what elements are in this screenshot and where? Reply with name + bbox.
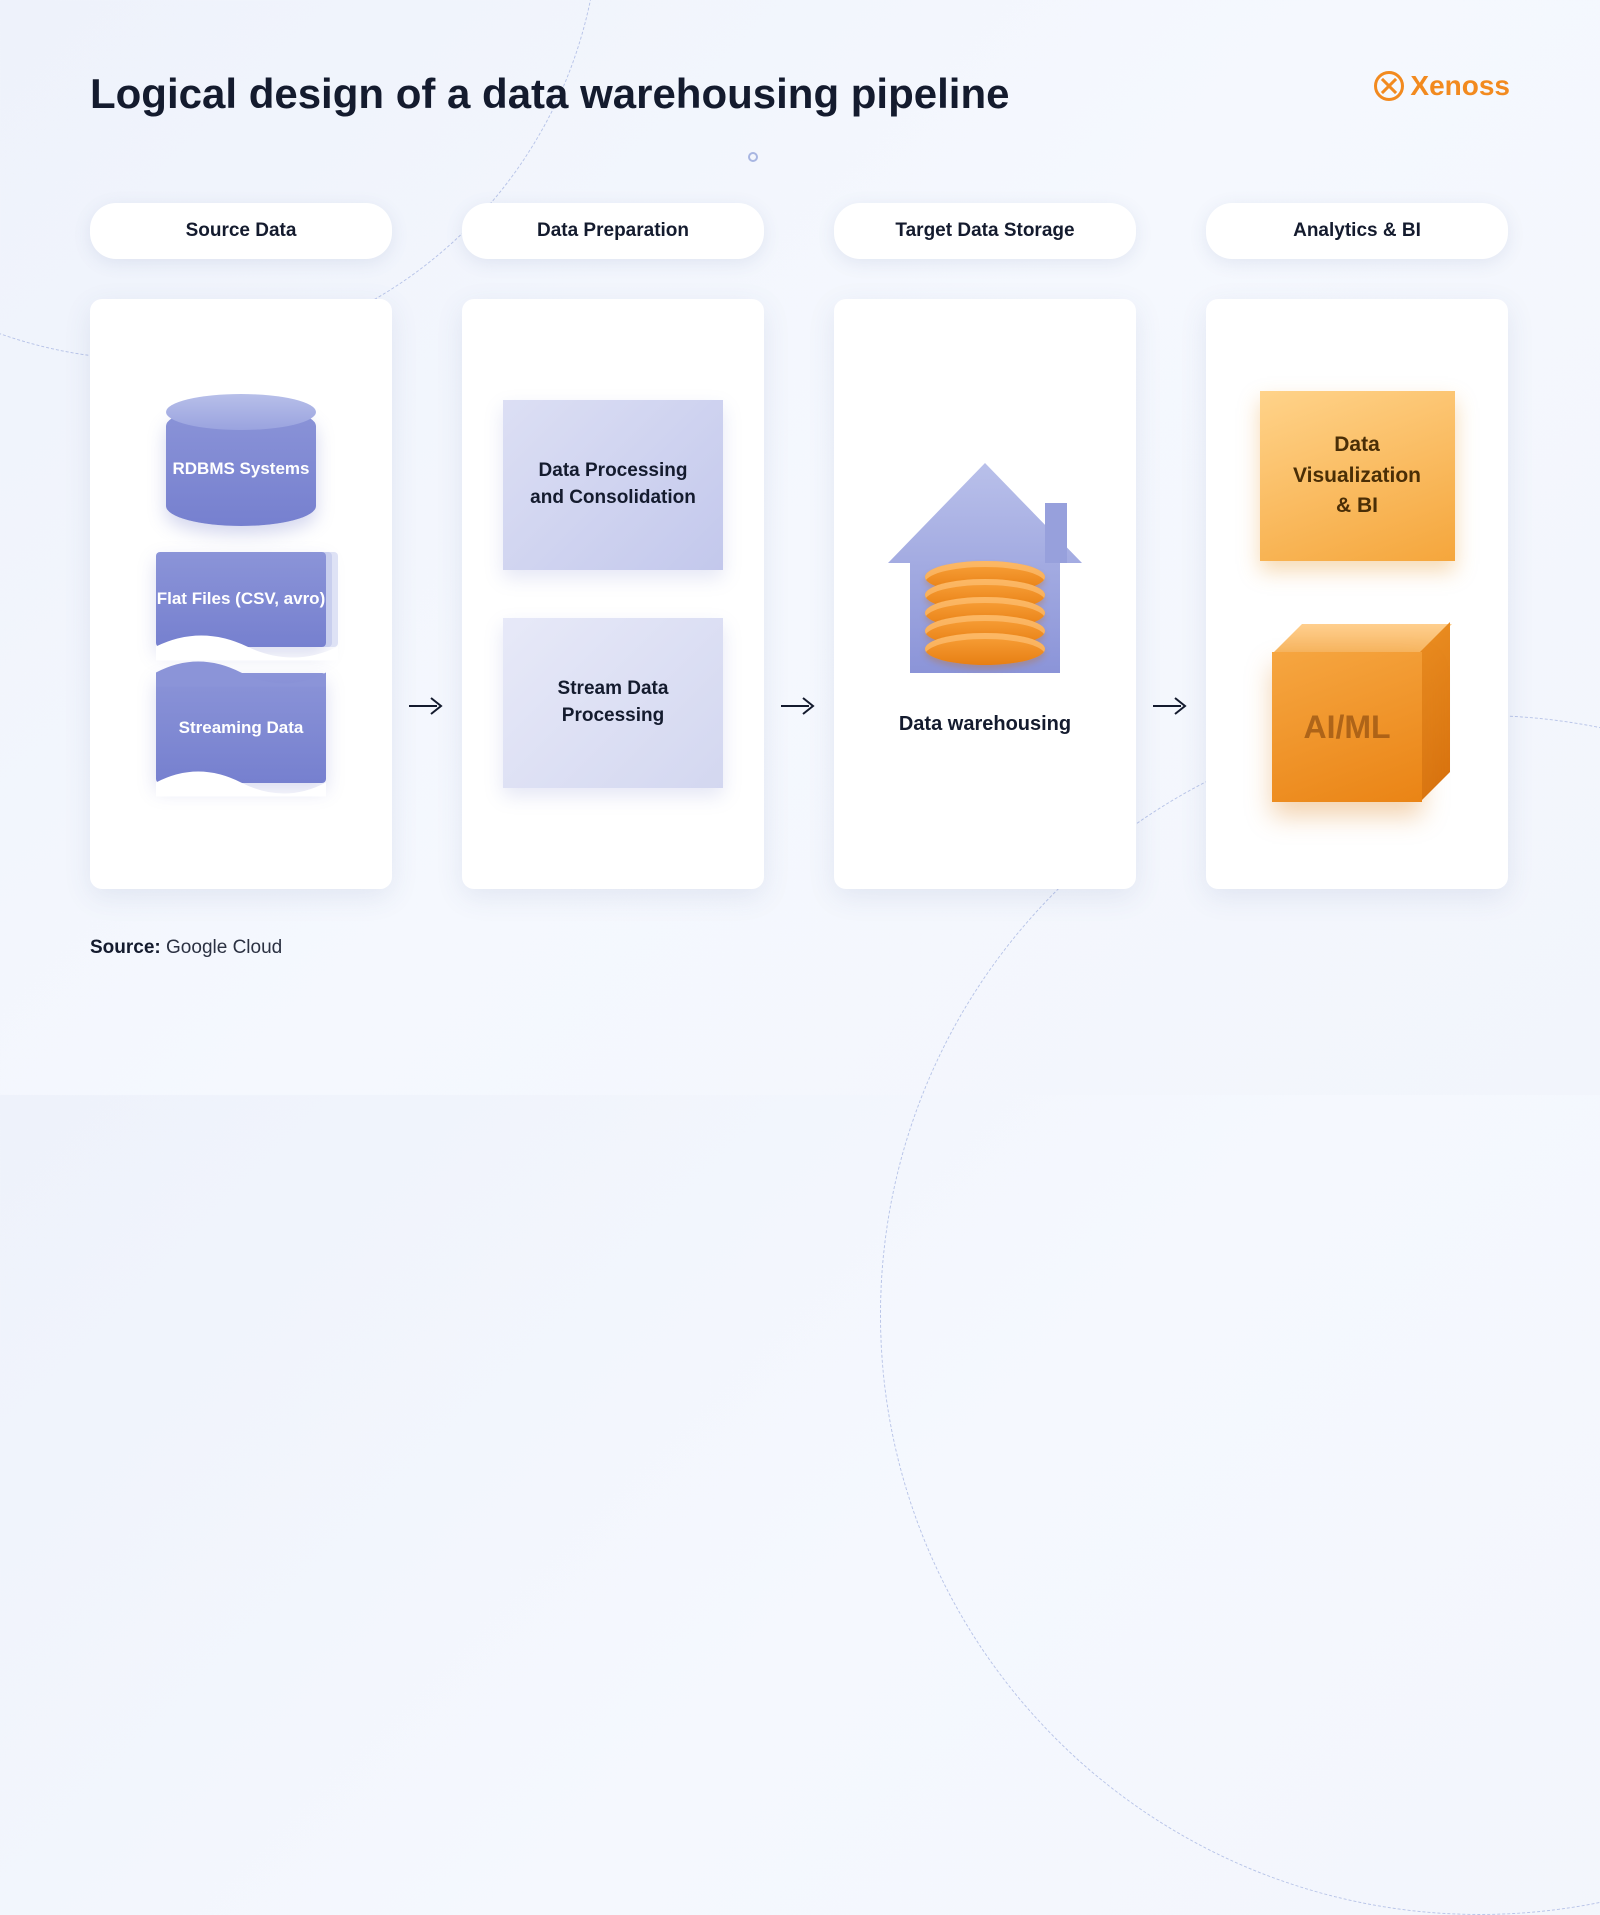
flat-files-label: Flat Files (CSV, avro) [157, 589, 325, 609]
ai-ml-label: AI/ML [1303, 709, 1390, 746]
batch-processing-label: Data Processing and Consolidation [525, 458, 701, 511]
stage-target-storage: Target Data Storage [834, 203, 1136, 889]
ai-ml-cube: AI/ML [1272, 627, 1442, 797]
header: Logical design of a data warehousing pip… [90, 70, 1510, 118]
disk-stack-icon [925, 561, 1045, 665]
arrow-1 [392, 523, 462, 889]
data-viz-bi-box: Data Visualization & BI [1260, 391, 1455, 561]
pipeline: Source Data RDBMS Systems Flat Files (CS… [90, 203, 1510, 889]
brand-logo-text: Xenoss [1410, 70, 1510, 102]
rdbms-cylinder: RDBMS Systems [166, 406, 316, 526]
flat-files-icon: Flat Files (CSV, avro) [156, 552, 326, 647]
stage-body-prep: Data Processing and Consolidation Stream… [462, 299, 764, 889]
stage-header-target: Target Data Storage [834, 203, 1136, 259]
stage-body-source: RDBMS Systems Flat Files (CSV, avro) Str… [90, 299, 392, 889]
arrow-right-icon [407, 694, 447, 718]
batch-processing-box: Data Processing and Consolidation [503, 400, 723, 570]
page-title: Logical design of a data warehousing pip… [90, 70, 1009, 118]
stage-header-prep: Data Preparation [462, 203, 764, 259]
stage-body-analytics: Data Visualization & BI AI/ML [1206, 299, 1508, 889]
streaming-data-icon: Streaming Data [156, 673, 326, 783]
brand-logo-icon [1374, 71, 1404, 101]
warehouse-house-icon [870, 453, 1100, 683]
arrow-3 [1136, 523, 1206, 889]
stage-analytics-bi: Analytics & BI Data Visualization & BI A… [1206, 203, 1508, 889]
stream-processing-box: Stream Data Processing [503, 618, 723, 788]
arrow-2 [764, 523, 834, 889]
rdbms-label: RDBMS Systems [173, 453, 310, 479]
source-label: Source: [90, 937, 161, 958]
warehouse-label: Data warehousing [899, 713, 1071, 736]
stage-header-source: Source Data [90, 203, 392, 259]
stage-header-analytics: Analytics & BI [1206, 203, 1508, 259]
arrow-right-icon [1151, 694, 1191, 718]
stage-data-preparation: Data Preparation Data Processing and Con… [462, 203, 764, 889]
source-value: Google Cloud [161, 937, 282, 958]
arrow-right-icon [779, 694, 819, 718]
diagram-root: Logical design of a data warehousing pip… [0, 0, 1600, 999]
data-viz-bi-label: Data Visualization & BI [1286, 430, 1429, 521]
warehouse-graphic: Data warehousing [870, 453, 1100, 736]
stage-body-target: Data warehousing [834, 299, 1136, 889]
stream-processing-label: Stream Data Processing [525, 676, 701, 729]
brand-logo: Xenoss [1374, 70, 1510, 102]
streaming-data-label: Streaming Data [179, 718, 304, 738]
source-attribution: Source: Google Cloud [90, 937, 1510, 959]
stage-source-data: Source Data RDBMS Systems Flat Files (CS… [90, 203, 392, 889]
rdbms-icon: RDBMS Systems [166, 406, 316, 526]
